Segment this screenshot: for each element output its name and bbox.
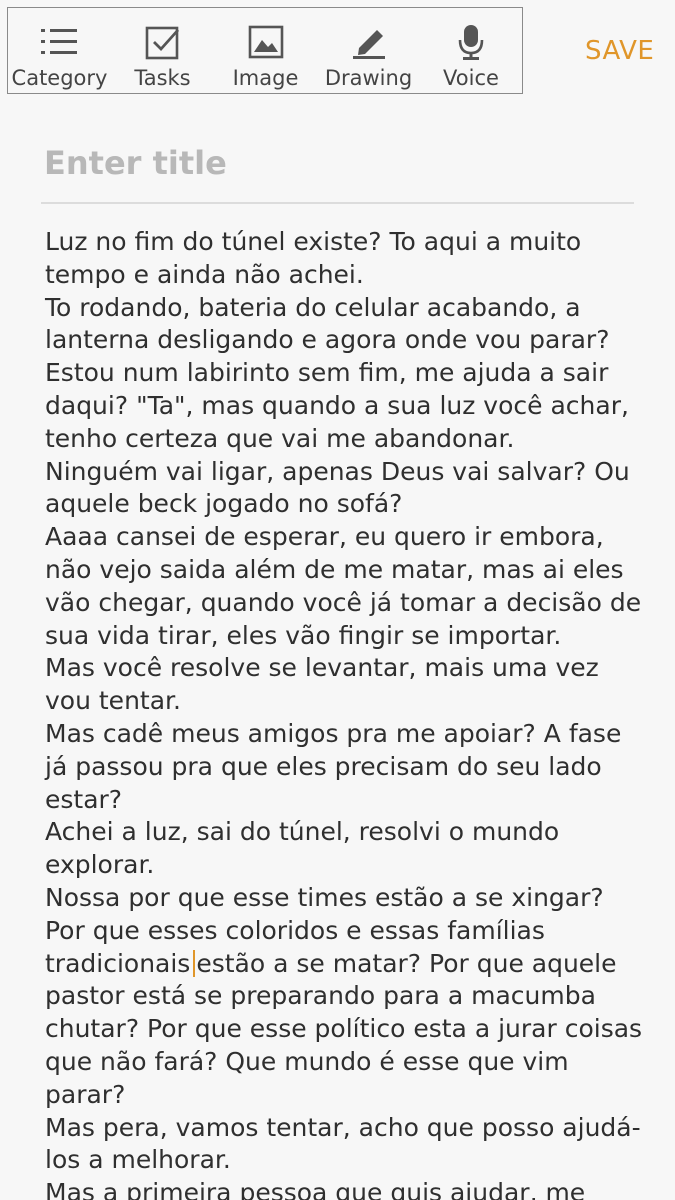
note-body-text-continued: estão a se matar? Por que aquele pastor … <box>45 948 643 1200</box>
checkbox-icon <box>143 22 183 62</box>
title-divider <box>41 202 634 204</box>
voice-label: Voice <box>443 66 499 90</box>
save-button[interactable]: SAVE <box>585 36 654 66</box>
drawing-label: Drawing <box>324 66 413 90</box>
category-list-icon <box>40 22 80 62</box>
title-input[interactable]: Enter title <box>44 144 632 182</box>
note-body-editor[interactable]: Luz no fim do túnel existe? To aqui a mu… <box>45 226 645 1200</box>
image-button[interactable]: Image <box>214 8 317 93</box>
image-icon <box>246 22 286 62</box>
insert-toolbar: Category Tasks Image Drawing Voice <box>7 7 523 94</box>
note-editor-screen: Category Tasks Image Drawing Voice SAVE … <box>0 0 675 1200</box>
category-button[interactable]: Category <box>8 8 111 93</box>
drawing-button[interactable]: Drawing <box>317 8 420 93</box>
tasks-label: Tasks <box>134 66 191 90</box>
pencil-icon <box>349 22 389 62</box>
tasks-button[interactable]: Tasks <box>111 8 214 93</box>
category-label: Category <box>11 66 108 90</box>
microphone-icon <box>451 22 491 62</box>
image-label: Image <box>232 66 299 90</box>
voice-button[interactable]: Voice <box>420 8 522 93</box>
note-body-text: Luz no fim do túnel existe? To aqui a mu… <box>45 227 642 978</box>
